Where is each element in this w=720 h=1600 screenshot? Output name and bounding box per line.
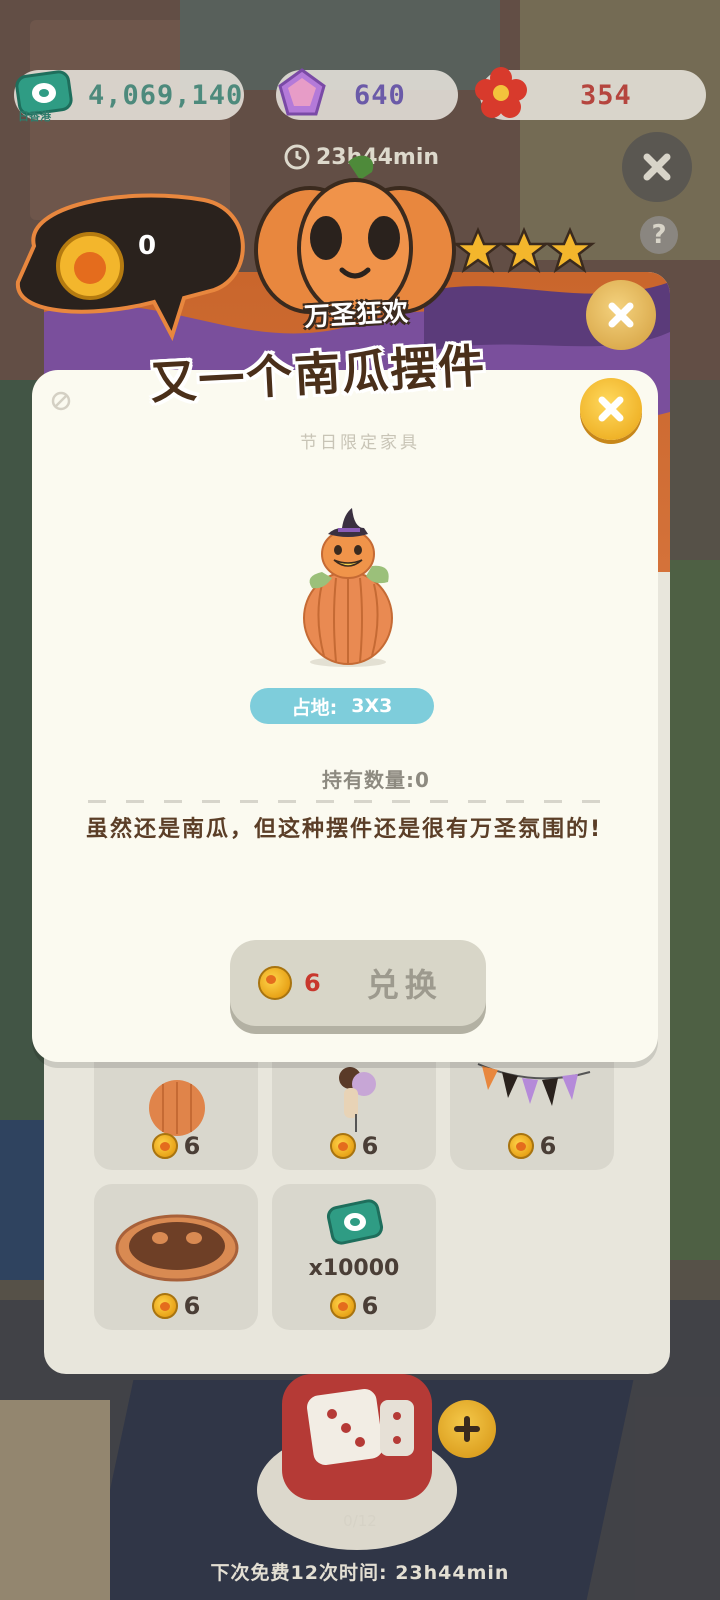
help-label: ? — [651, 220, 667, 250]
pumpkin-coin-icon — [258, 966, 292, 1000]
price-value: 6 — [183, 1132, 201, 1160]
close-icon — [643, 153, 671, 181]
money-value: 4,069,140 — [88, 79, 244, 111]
side-close-button[interactable] — [622, 132, 692, 202]
price-value: 6 — [361, 1292, 379, 1320]
size-label: 占地: — [291, 696, 338, 719]
item-price: 6 — [272, 1132, 436, 1160]
modal-subtitle: 节日限定家具 — [300, 433, 420, 453]
money-tag: 日香港 — [18, 110, 51, 123]
pumpkin-ornament-icon — [303, 508, 393, 667]
size-badge: 占地: 3X3 — [250, 688, 434, 724]
add-dice-button[interactable] — [438, 1400, 496, 1458]
event-stars — [454, 226, 596, 274]
pumpkin-coin-icon — [507, 1133, 534, 1159]
coin-speech-bubble: 0 — [15, 193, 245, 342]
price-value: 6 — [361, 1132, 379, 1160]
flower-counter[interactable]: 354 — [475, 67, 706, 120]
pumpkin-coin-icon — [329, 1293, 356, 1319]
flower-value: 354 — [580, 79, 632, 111]
pumpkin-coin-icon — [329, 1133, 356, 1159]
bubble-count: 0 — [138, 231, 156, 261]
gem-icon — [278, 68, 326, 116]
close-icon — [598, 396, 624, 422]
item-price: 6 — [94, 1292, 258, 1320]
owned-count: 持有数量:0 — [322, 768, 430, 792]
money-counter[interactable]: 日香港 4,069,140 — [14, 70, 244, 123]
free-roll-timer: 下次免费12次时间: 23h44min — [210, 1562, 510, 1584]
dice-progress: 0/12 — [343, 1512, 377, 1530]
help-button[interactable]: ? — [640, 216, 678, 254]
price-value: 6 — [539, 1132, 557, 1160]
red-flower-icon — [475, 67, 527, 118]
shop-item-cash-bundle[interactable]: x10000 6 — [272, 1184, 436, 1330]
item-price: 6 — [450, 1132, 614, 1160]
pumpkin-coin-icon — [151, 1293, 178, 1319]
bunting-icon — [477, 1063, 591, 1106]
gem-value: 640 — [354, 79, 406, 111]
plus-icon — [454, 1416, 480, 1442]
price-value: 6 — [183, 1292, 201, 1320]
size-value: 3X3 — [351, 695, 393, 717]
divider — [88, 800, 610, 803]
cash-icon — [326, 1199, 384, 1245]
pumpkin-rug-icon — [115, 1214, 239, 1282]
witch-figure-icon — [339, 1067, 376, 1132]
gem-counter[interactable]: 640 — [276, 68, 458, 120]
cash-amount: x10000 — [308, 1256, 400, 1281]
event-close-button[interactable] — [586, 280, 656, 350]
no-entry-icon — [51, 391, 71, 411]
exchange-cost: 6 — [304, 969, 321, 997]
exchange-label: 兑换 — [366, 966, 443, 1004]
pumpkin-coin-icon — [151, 1133, 178, 1159]
exchange-button[interactable]: 6 兑换 — [230, 940, 486, 1026]
item-price: 6 — [272, 1292, 436, 1320]
shop-item-pumpkin-rug[interactable]: 6 — [94, 1184, 258, 1330]
item-description: 虽然还是南瓜，但这种摆件还是很有万圣氛围的! — [86, 817, 603, 842]
close-icon — [608, 302, 634, 328]
item-price: 6 — [94, 1132, 258, 1160]
